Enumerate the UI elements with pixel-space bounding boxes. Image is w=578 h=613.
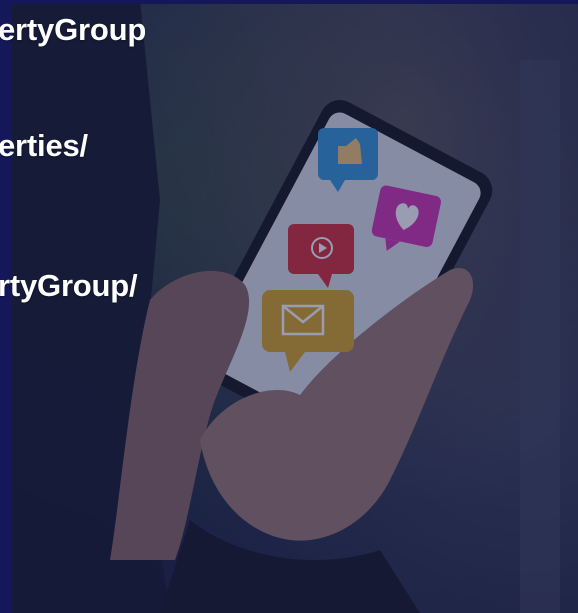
top-edge	[0, 0, 578, 4]
text-line-2: erties/	[0, 128, 88, 163]
dark-overlay	[0, 0, 578, 613]
text-line-1: ertyGroup	[0, 12, 147, 47]
left-edge	[0, 0, 12, 613]
hero-banner: ertyGroup erties/ rtyGroup/	[0, 0, 578, 613]
text-line-3: rtyGroup/	[0, 268, 138, 303]
